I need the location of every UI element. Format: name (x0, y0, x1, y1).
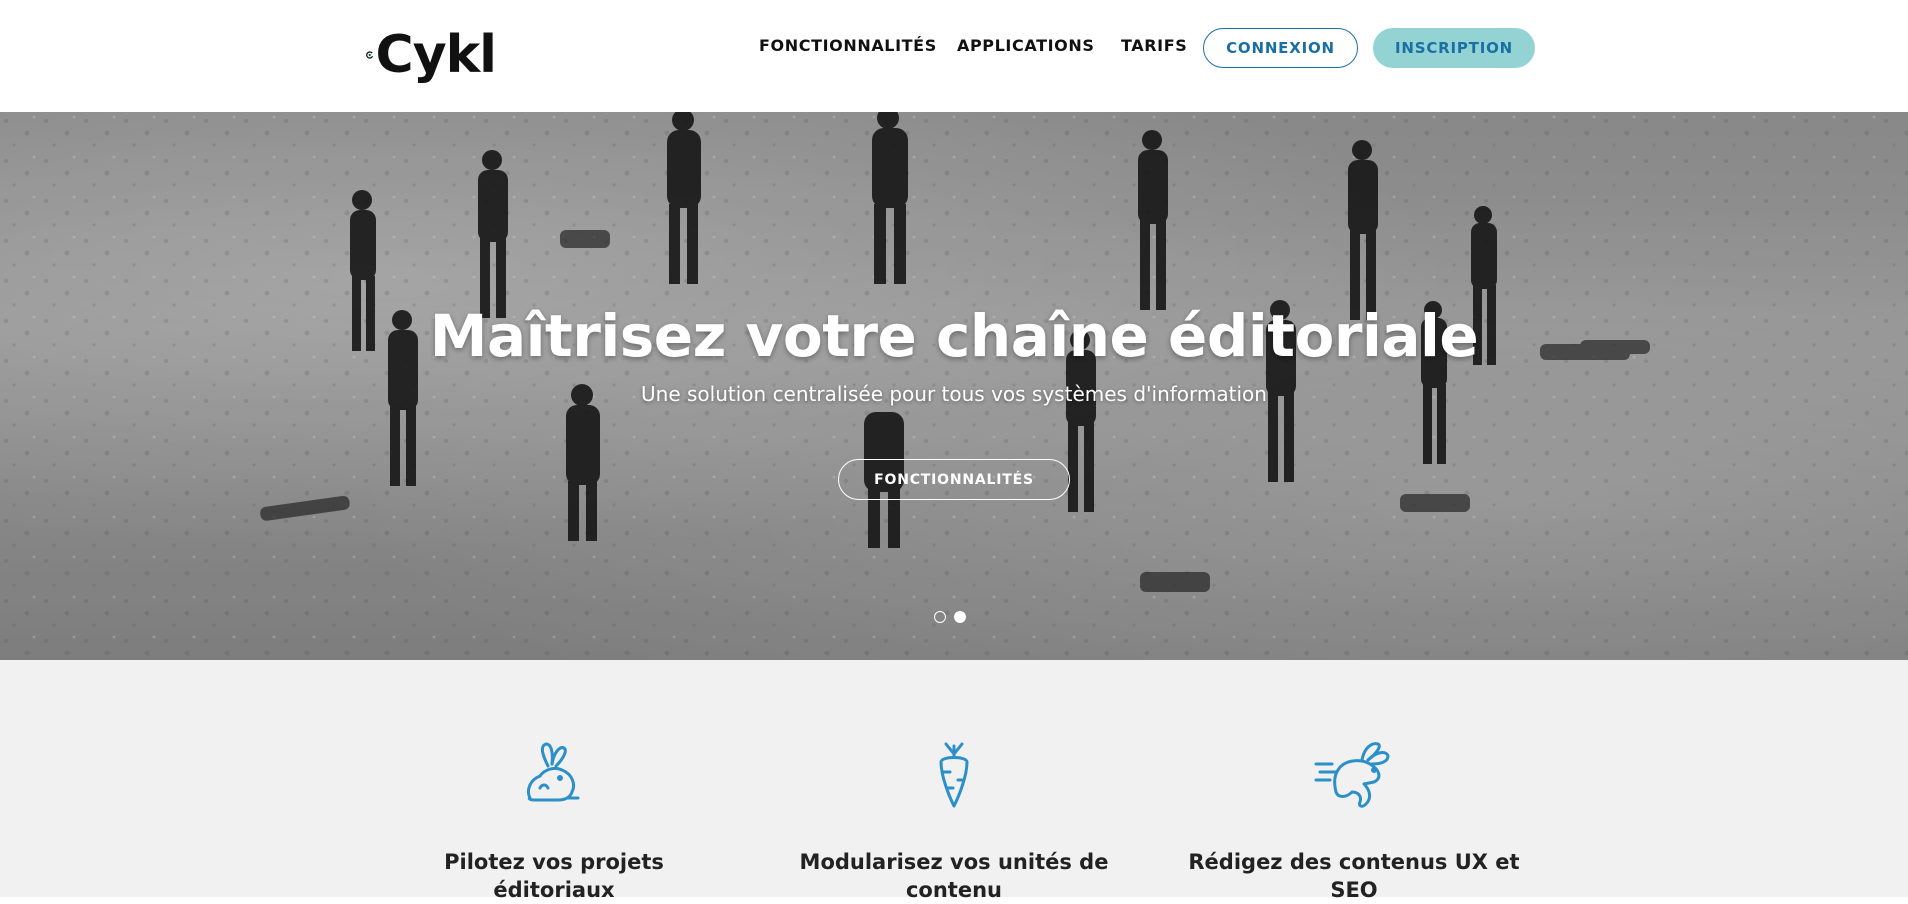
nav-features[interactable]: FONCTIONNALITÉS (759, 36, 937, 55)
feature-card: Pilotez vos projets éditoriaux (384, 660, 724, 902)
login-button[interactable]: CONNEXION (1203, 28, 1358, 68)
feature-title: Modularisez vos unités de contenu (799, 850, 1109, 902)
nav-pricing[interactable]: TARIFS (1121, 36, 1187, 55)
carousel-dot-1[interactable] (934, 611, 946, 623)
hero-title: Maîtrisez votre chaîne éditoriale (429, 302, 1479, 370)
logo[interactable]: Cykl (366, 22, 497, 88)
feature-title: Rédigez des contenus UX et SEO (1188, 850, 1520, 902)
feature-title: Pilotez vos projets éditoriaux (444, 850, 664, 902)
feature-card: Modularisez vos unités de contenu (784, 660, 1124, 902)
logo-text: Cykl (375, 25, 497, 85)
rabbit-icon (526, 742, 580, 802)
site-header: Cykl FONCTIONNALITÉS APPLICATIONS TARIFS… (0, 0, 1908, 112)
carrot-icon (939, 742, 969, 808)
logo-eye-icon (366, 51, 374, 59)
hero-features-button[interactable]: FONCTIONNALITÉS (838, 459, 1070, 500)
hero-banner: Maîtrisez votre chaîne éditoriale Une so… (0, 112, 1908, 660)
carousel-dot-2[interactable] (954, 611, 966, 623)
running-rabbit-icon (1314, 742, 1390, 808)
features-section: Pilotez vos projets éditoriaux Modularis… (0, 660, 1908, 902)
signup-button[interactable]: INSCRIPTION (1373, 28, 1535, 68)
feature-card: Rédigez des contenus UX et SEO (1184, 660, 1524, 902)
nav-applications[interactable]: APPLICATIONS (957, 36, 1094, 55)
hero-subtitle: Une solution centralisée pour tous vos s… (641, 382, 1267, 406)
